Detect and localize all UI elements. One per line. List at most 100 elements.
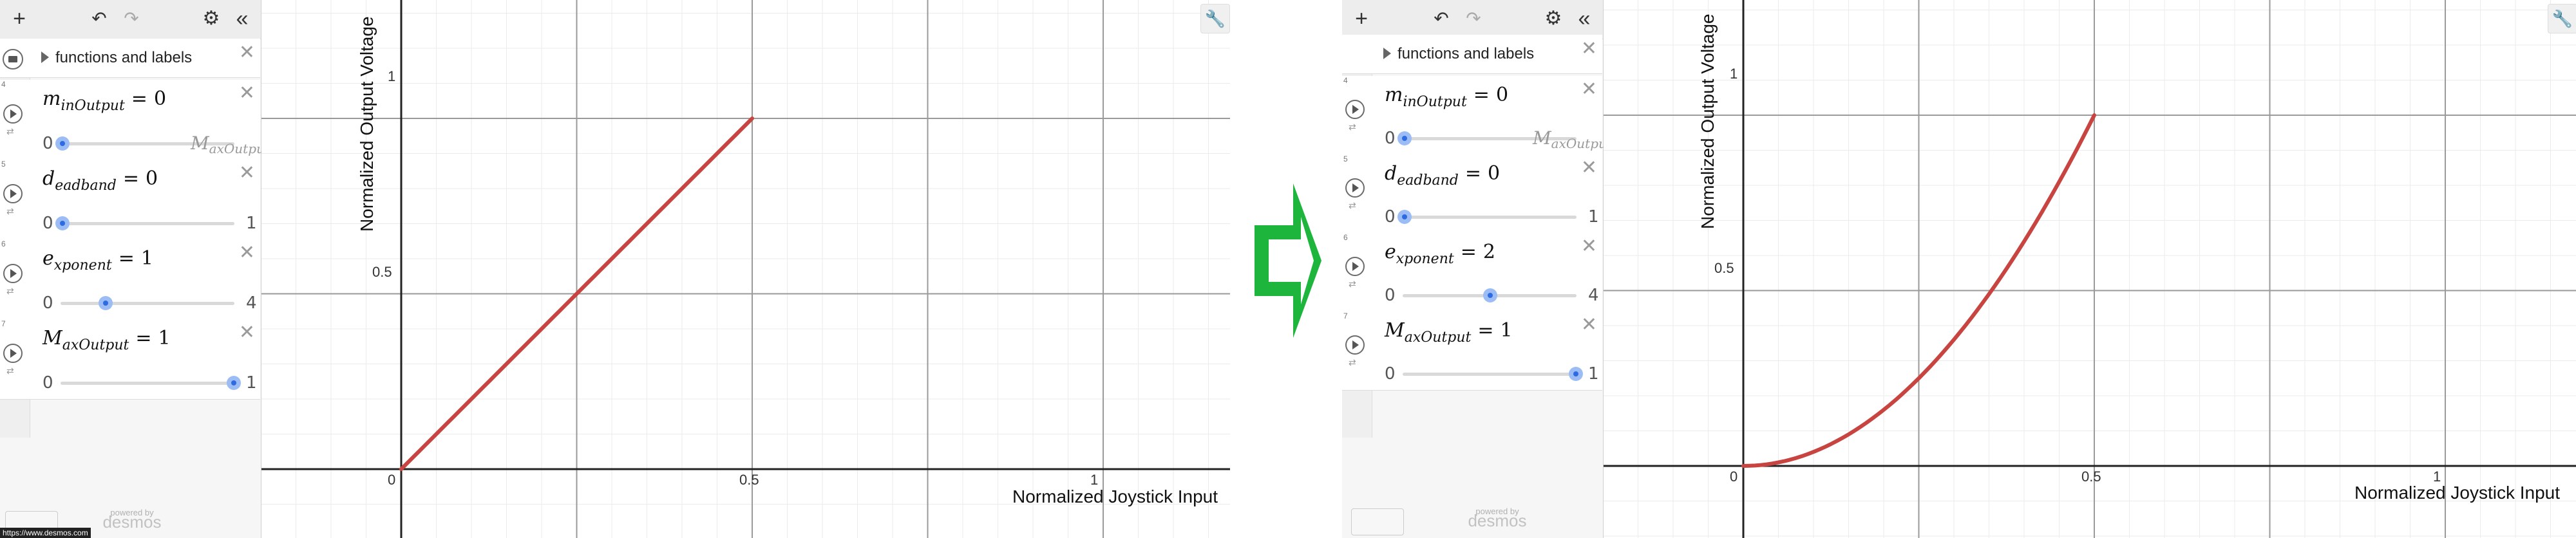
play-icon[interactable] [3, 264, 23, 283]
slider-min[interactable]: 0 [43, 214, 53, 233]
slider-knob[interactable] [1397, 131, 1412, 145]
expression-latex[interactable]: minOutput = 0 [1385, 84, 1508, 110]
plus-icon[interactable]: + [8, 5, 31, 32]
close-icon[interactable]: ✕ [239, 163, 255, 183]
plus-icon[interactable]: + [1350, 5, 1373, 32]
keyboard-icon[interactable] [1351, 508, 1404, 535]
slider-max[interactable]: 1 [246, 214, 257, 233]
expression-latex[interactable]: MaxOutput = 1 [1385, 319, 1513, 346]
expand-triangle-icon[interactable] [41, 51, 49, 63]
wrench-icon[interactable]: 🔧 [1200, 4, 1230, 33]
slider-min[interactable]: 0 [1385, 286, 1396, 305]
graph-paper[interactable]: 🔧 Normalized Joystick Input Normalized O… [261, 0, 1230, 538]
close-icon[interactable]: ✕ [1581, 158, 1597, 178]
close-icon[interactable]: ✕ [239, 41, 255, 64]
loop-icon[interactable]: ⇄ [6, 126, 14, 137]
folder-row[interactable]: functions and labels ✕ [0, 39, 260, 78]
graph-paper[interactable]: 🔧 Normalized Joystick Input Normalized O… [1604, 0, 2576, 538]
expression-row[interactable]: 5 ⇄ ✕ deadband = 0 0 1 [1342, 154, 1602, 234]
close-icon[interactable]: ✕ [239, 84, 255, 103]
close-icon[interactable]: ✕ [1581, 315, 1597, 335]
expression-latex[interactable]: deadband = 0 [1385, 162, 1500, 189]
value-slider[interactable]: 01 [1385, 364, 1599, 384]
slider-min[interactable]: 0 [43, 134, 53, 153]
slider-knob[interactable] [55, 216, 70, 230]
undo-icon[interactable]: ↶ [88, 5, 111, 32]
gear-icon[interactable]: ⚙ [200, 5, 223, 32]
slider-min[interactable]: 0 [1385, 207, 1396, 227]
play-icon[interactable] [1345, 100, 1365, 119]
loop-icon[interactable]: ⇄ [1349, 279, 1356, 290]
expand-triangle-icon[interactable] [1383, 48, 1391, 59]
slider-max[interactable]: 4 [246, 293, 257, 313]
close-icon[interactable]: ✕ [1581, 37, 1597, 60]
slider-knob[interactable] [55, 136, 70, 151]
slider-max[interactable]: 1 [246, 373, 257, 393]
undo-icon[interactable]: ↶ [1430, 5, 1453, 32]
slider-min[interactable]: 0 [1385, 129, 1396, 148]
value-slider[interactable]: 01 [43, 373, 257, 393]
slider-knob[interactable] [98, 296, 113, 310]
close-icon[interactable]: ✕ [239, 243, 255, 263]
slider-min[interactable]: 0 [1385, 364, 1396, 384]
play-icon[interactable] [3, 184, 23, 203]
expression-row[interactable]: 6 ⇄ ✕ exponent = 1 0 4 [0, 239, 260, 320]
value-slider[interactable]: 0 MaxOutput [43, 133, 270, 156]
graph-canvas[interactable] [1604, 0, 2576, 538]
slider-max[interactable]: 1 [1588, 364, 1599, 384]
collapse-icon[interactable]: « [229, 5, 255, 32]
slider-track[interactable] [1403, 216, 1577, 219]
folder-icon[interactable] [3, 49, 23, 70]
play-icon[interactable] [1345, 335, 1365, 355]
value-slider[interactable]: 01 [43, 214, 257, 233]
slider-track[interactable] [61, 382, 234, 385]
value-slider[interactable]: 04 [1385, 286, 1599, 305]
expression-latex[interactable]: deadband = 0 [43, 167, 158, 194]
loop-icon[interactable]: ⇄ [6, 366, 14, 376]
loop-icon[interactable]: ⇄ [6, 286, 14, 297]
loop-icon[interactable]: ⇄ [6, 206, 14, 217]
close-icon[interactable]: ✕ [1581, 237, 1597, 256]
expression-latex[interactable]: exponent = 1 [43, 247, 153, 274]
folder-row[interactable]: functions and labels ✕ [1342, 35, 1602, 74]
slider-track[interactable] [61, 302, 234, 305]
close-icon[interactable]: ✕ [239, 323, 255, 342]
redo-icon[interactable]: ↷ [120, 5, 143, 32]
play-icon[interactable] [3, 104, 23, 124]
slider-max[interactable]: 1 [1588, 207, 1599, 227]
graph-canvas[interactable] [261, 0, 1230, 538]
value-slider[interactable]: 01 [1385, 207, 1599, 227]
slider-max[interactable]: MaxOutput [1533, 127, 1612, 151]
expression-latex[interactable]: exponent = 2 [1385, 241, 1495, 267]
expression-latex[interactable]: minOutput = 0 [43, 88, 166, 114]
play-icon[interactable] [3, 344, 23, 363]
value-slider[interactable]: 0 MaxOutput [1385, 127, 1612, 151]
slider-knob[interactable] [1397, 210, 1412, 224]
expression-row[interactable]: 4 ⇄ ✕ minOutput = 0 0 MaxOutput [1342, 76, 1612, 155]
play-icon[interactable] [1345, 257, 1365, 276]
loop-icon[interactable]: ⇄ [1349, 357, 1356, 368]
expression-row[interactable]: 6 ⇄ ✕ exponent = 2 0 4 [1342, 233, 1602, 312]
expression-row[interactable]: 4 ⇄ ✕ minOutput = 0 0 MaxOutput [0, 80, 270, 160]
slider-knob[interactable] [227, 376, 241, 390]
loop-icon[interactable]: ⇄ [1349, 200, 1356, 211]
slider-max[interactable]: 4 [1588, 286, 1599, 305]
slider-min[interactable]: 0 [43, 293, 53, 313]
expression-row[interactable]: 5 ⇄ ✕ deadband = 0 0 1 [0, 160, 260, 240]
slider-knob[interactable] [1483, 288, 1497, 302]
value-slider[interactable]: 04 [43, 293, 257, 313]
slider-track[interactable] [1403, 373, 1577, 376]
wrench-icon[interactable]: 🔧 [2548, 4, 2576, 33]
expression-row[interactable]: 7 ⇄ ✕ MaxOutput = 1 0 1 [1342, 311, 1602, 391]
slider-track[interactable] [61, 222, 234, 225]
collapse-icon[interactable]: « [1571, 5, 1597, 32]
expression-row[interactable]: 7 ⇄ ✕ MaxOutput = 1 0 1 [0, 319, 260, 400]
close-icon[interactable]: ✕ [1581, 80, 1597, 99]
play-icon[interactable] [1345, 178, 1365, 198]
loop-icon[interactable]: ⇄ [1349, 122, 1356, 133]
gear-icon[interactable]: ⚙ [1542, 5, 1565, 32]
slider-knob[interactable] [1569, 367, 1583, 381]
redo-icon[interactable]: ↷ [1462, 5, 1485, 32]
slider-min[interactable]: 0 [43, 373, 53, 393]
expression-latex[interactable]: MaxOutput = 1 [43, 327, 171, 353]
